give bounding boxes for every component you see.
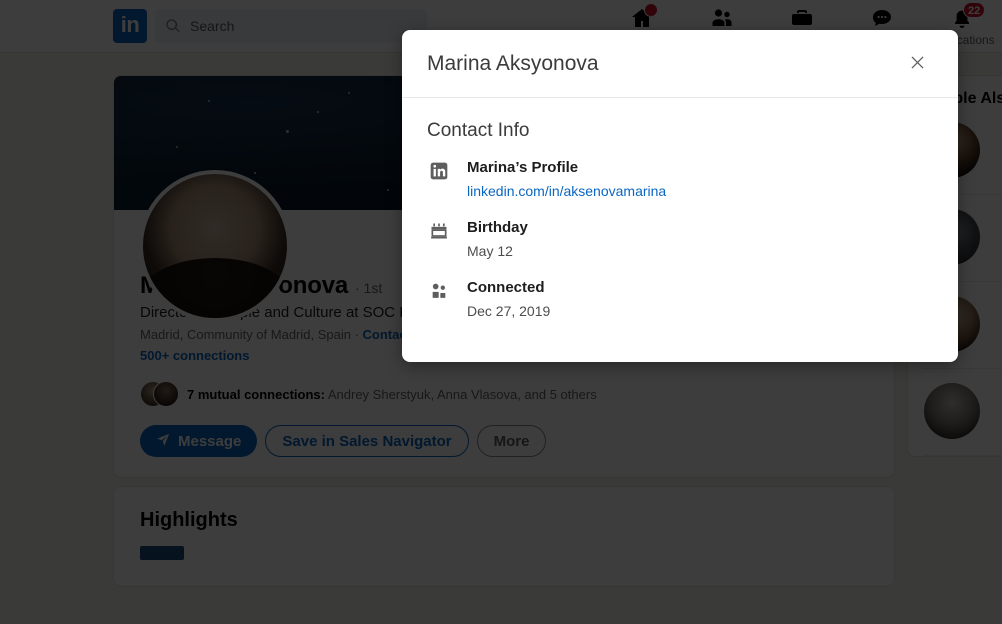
linkedin-icon <box>427 159 451 183</box>
modal-header: Marina Aksyonova <box>402 30 958 98</box>
contact-row-birthday-content: Birthday May 12 <box>467 218 528 261</box>
contact-row-profile: Marina’s Profile linkedin.com/in/aksenov… <box>427 158 933 201</box>
contact-info-section-title: Contact Info <box>427 120 530 141</box>
contact-info-modal: Marina Aksyonova Contact Info Marina’s P… <box>402 30 958 362</box>
contact-row-profile-label: Marina’s Profile <box>467 159 579 176</box>
screen: in <box>0 0 1002 624</box>
birthday-value: May 12 <box>467 243 513 259</box>
contact-row-birthday-label: Birthday <box>467 219 528 236</box>
contact-row-profile-content: Marina’s Profile linkedin.com/in/aksenov… <box>467 158 666 201</box>
profile-url-link[interactable]: linkedin.com/in/aksenovamarina <box>467 182 666 201</box>
connected-date-value: Dec 27, 2019 <box>467 303 551 319</box>
contact-row-birthday: Birthday May 12 <box>427 218 933 261</box>
close-icon <box>908 53 927 75</box>
modal-title: Marina Aksyonova <box>427 51 599 75</box>
birthday-cake-icon <box>427 219 451 243</box>
modal-body: Contact Info Marina’s Profile linkedin.c… <box>402 98 958 321</box>
contact-row-connected-content: Connected Dec 27, 2019 <box>467 278 550 321</box>
contact-row-connected-label: Connected <box>467 279 545 296</box>
contact-row-connected: Connected Dec 27, 2019 <box>427 278 933 321</box>
close-button[interactable] <box>900 47 934 81</box>
connected-people-icon <box>427 279 451 303</box>
